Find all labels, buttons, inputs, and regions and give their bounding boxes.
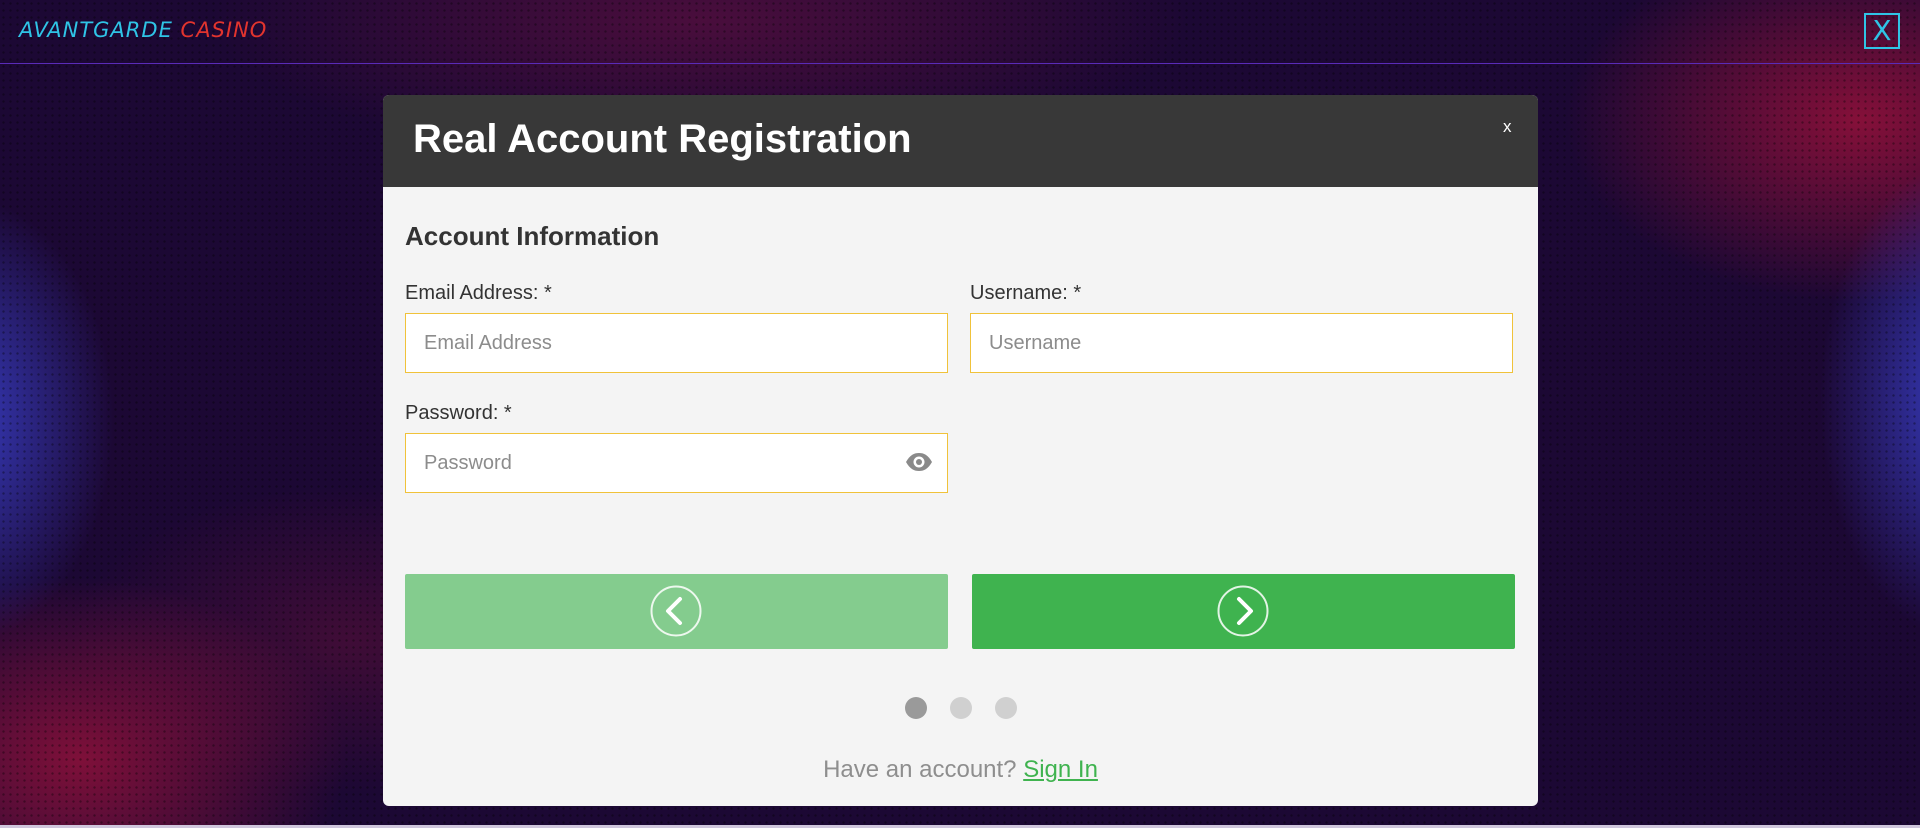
previous-step-button[interactable]	[405, 574, 948, 649]
email-label: Email Address: *	[405, 282, 552, 304]
logo-text-primary: AVANTGARDE	[19, 18, 173, 42]
eye-icon[interactable]	[905, 452, 933, 472]
next-step-button[interactable]	[972, 574, 1515, 649]
chevron-left-circle-icon	[650, 585, 702, 637]
email-field[interactable]	[405, 313, 948, 373]
step-dot[interactable]	[995, 697, 1017, 719]
modal-title: Real Account Registration	[413, 117, 912, 161]
modal-header: Real Account Registration x	[383, 95, 1538, 187]
sign-in-prompt-text: Have an account?	[823, 756, 1017, 783]
sign-in-link[interactable]: Sign In	[1023, 756, 1098, 783]
username-label: Username: *	[970, 282, 1082, 304]
modal-close-button[interactable]: x	[1503, 117, 1512, 137]
logo-text-secondary: CASINO	[180, 18, 268, 42]
casino-logo[interactable]: AVANTGARDE CASINO	[19, 18, 267, 42]
password-field[interactable]	[405, 433, 948, 493]
username-field[interactable]	[970, 313, 1513, 373]
password-label: Password: *	[405, 402, 512, 424]
section-title: Account Information	[405, 221, 660, 251]
step-dot[interactable]	[950, 697, 972, 719]
top-bar: AVANTGARDE CASINO X	[0, 0, 1920, 64]
sign-in-prompt: Have an account? Sign In	[383, 756, 1538, 784]
step-dot[interactable]	[905, 697, 927, 719]
registration-modal: Real Account Registration x Account Info…	[383, 95, 1538, 806]
close-page-button[interactable]: X	[1864, 13, 1900, 49]
chevron-right-circle-icon	[1217, 585, 1269, 637]
